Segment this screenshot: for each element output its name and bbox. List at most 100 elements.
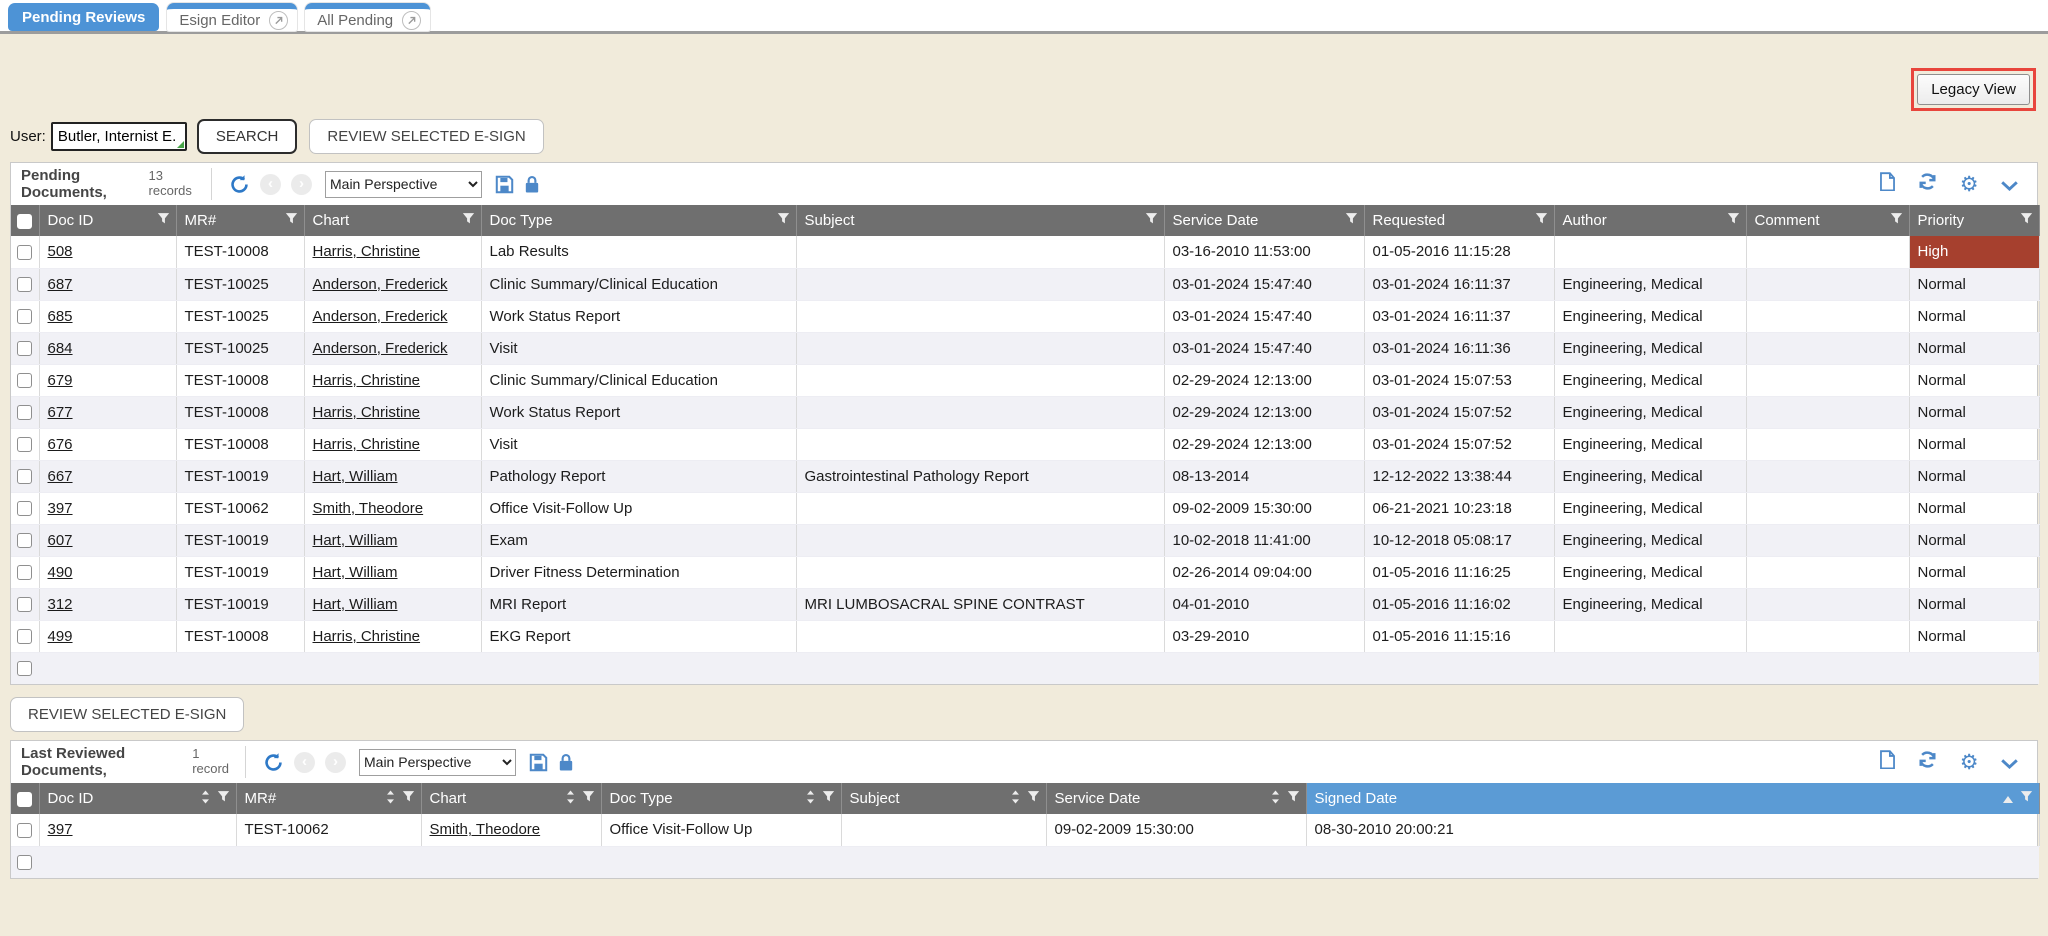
- filter-icon[interactable]: [1890, 212, 1903, 229]
- filter-icon[interactable]: [2020, 212, 2033, 229]
- gear-icon[interactable]: ⚙: [1960, 752, 1979, 773]
- doc-id-link[interactable]: 685: [48, 308, 73, 325]
- row-checkbox[interactable]: [17, 661, 32, 676]
- row-checkbox[interactable]: [17, 373, 32, 388]
- column-header-signed-date[interactable]: Signed Date: [1306, 783, 2039, 814]
- back-icon[interactable]: ‹: [260, 174, 281, 195]
- doc-id-link[interactable]: 679: [48, 372, 73, 389]
- filter-icon[interactable]: [402, 790, 415, 807]
- column-header-comment[interactable]: Comment: [1746, 205, 1909, 236]
- row-checkbox[interactable]: [17, 565, 32, 580]
- save-icon[interactable]: [529, 753, 548, 772]
- chart-link[interactable]: Hart, William: [313, 468, 398, 485]
- chart-link[interactable]: Hart, William: [313, 532, 398, 549]
- filter-icon[interactable]: [777, 212, 790, 229]
- chart-link[interactable]: Harris, Christine: [313, 404, 421, 421]
- doc-id-link[interactable]: 677: [48, 404, 73, 421]
- row-checkbox[interactable]: [17, 501, 32, 516]
- forward-icon[interactable]: ›: [325, 752, 346, 773]
- user-input[interactable]: [51, 122, 187, 151]
- search-button[interactable]: SEARCH: [197, 119, 298, 154]
- new-document-icon[interactable]: [1879, 172, 1896, 191]
- chart-link[interactable]: Anderson, Frederick: [313, 340, 448, 357]
- chart-link[interactable]: Anderson, Frederick: [313, 308, 448, 325]
- external-link-icon[interactable]: [269, 11, 288, 30]
- row-checkbox[interactable]: [17, 405, 32, 420]
- review-selected-esign-button[interactable]: REVIEW SELECTED E-SIGN: [309, 119, 543, 154]
- select-all-checkbox[interactable]: [17, 214, 32, 229]
- doc-id-link[interactable]: 397: [48, 500, 73, 517]
- undo-icon[interactable]: [263, 752, 284, 773]
- filter-icon[interactable]: [462, 212, 475, 229]
- row-checkbox[interactable]: [17, 341, 32, 356]
- chevron-down-icon[interactable]: [2001, 759, 2018, 769]
- column-header-doc-id[interactable]: Doc ID: [39, 205, 176, 236]
- row-checkbox[interactable]: [17, 437, 32, 452]
- chart-link[interactable]: Harris, Christine: [313, 436, 421, 453]
- column-header-service-date[interactable]: Service Date: [1164, 205, 1364, 236]
- column-header-priority[interactable]: Priority: [1909, 205, 2039, 236]
- doc-id-link[interactable]: 508: [48, 243, 73, 260]
- doc-id-link[interactable]: 684: [48, 340, 73, 357]
- column-header-doc-type[interactable]: Doc Type: [601, 783, 841, 814]
- column-header-mr[interactable]: MR#: [236, 783, 421, 814]
- filter-icon[interactable]: [822, 790, 835, 807]
- chart-link[interactable]: Harris, Christine: [313, 243, 421, 260]
- doc-id-link[interactable]: 667: [48, 468, 73, 485]
- tab-pending-reviews[interactable]: Pending Reviews: [8, 3, 159, 31]
- column-header-chart[interactable]: Chart: [304, 205, 481, 236]
- filter-icon[interactable]: [2020, 790, 2033, 807]
- row-checkbox[interactable]: [17, 823, 32, 838]
- doc-id-link[interactable]: 607: [48, 532, 73, 549]
- doc-id-link[interactable]: 312: [48, 596, 73, 613]
- filter-icon[interactable]: [157, 212, 170, 229]
- column-header-chart[interactable]: Chart: [421, 783, 601, 814]
- legacy-view-button[interactable]: Legacy View: [1917, 74, 2030, 105]
- lock-icon[interactable]: [524, 175, 540, 193]
- gear-icon[interactable]: ⚙: [1960, 174, 1979, 195]
- perspective-select[interactable]: Main Perspective: [359, 749, 516, 776]
- lock-icon[interactable]: [558, 753, 574, 771]
- back-icon[interactable]: ‹: [294, 752, 315, 773]
- sort-icon[interactable]: [1011, 790, 1020, 808]
- sort-icon[interactable]: [806, 790, 815, 808]
- filter-icon[interactable]: [1287, 790, 1300, 807]
- row-checkbox[interactable]: [17, 855, 32, 870]
- review-selected-esign-button-bottom[interactable]: REVIEW SELECTED E-SIGN: [10, 697, 244, 732]
- doc-id-link[interactable]: 397: [48, 821, 73, 838]
- tab-esign-editor[interactable]: Esign Editor: [167, 3, 297, 31]
- sort-icon[interactable]: [386, 790, 395, 808]
- chart-link[interactable]: Anderson, Frederick: [313, 276, 448, 293]
- column-header-subject[interactable]: Subject: [796, 205, 1164, 236]
- sort-icon[interactable]: [2003, 790, 2013, 807]
- tab-all-pending[interactable]: All Pending: [305, 3, 430, 31]
- chart-link[interactable]: Smith, Theodore: [430, 821, 541, 838]
- column-header-subject[interactable]: Subject: [841, 783, 1046, 814]
- chart-link[interactable]: Smith, Theodore: [313, 500, 424, 517]
- external-link-icon[interactable]: [402, 11, 421, 30]
- chevron-down-icon[interactable]: [2001, 181, 2018, 191]
- perspective-select[interactable]: Main Perspective: [325, 171, 482, 198]
- row-checkbox[interactable]: [17, 597, 32, 612]
- filter-icon[interactable]: [582, 790, 595, 807]
- undo-icon[interactable]: [229, 174, 250, 195]
- sort-icon[interactable]: [566, 790, 575, 808]
- row-checkbox[interactable]: [17, 309, 32, 324]
- sort-icon[interactable]: [201, 790, 210, 808]
- refresh-icon[interactable]: [1918, 750, 1937, 769]
- filter-icon[interactable]: [285, 212, 298, 229]
- row-checkbox[interactable]: [17, 277, 32, 292]
- column-header-requested[interactable]: Requested: [1364, 205, 1554, 236]
- chart-link[interactable]: Harris, Christine: [313, 372, 421, 389]
- column-header-doc-id[interactable]: Doc ID: [39, 783, 236, 814]
- chart-link[interactable]: Harris, Christine: [313, 628, 421, 645]
- filter-icon[interactable]: [1345, 212, 1358, 229]
- select-all-checkbox[interactable]: [17, 792, 32, 807]
- filter-icon[interactable]: [1027, 790, 1040, 807]
- row-checkbox[interactable]: [17, 629, 32, 644]
- row-checkbox[interactable]: [17, 533, 32, 548]
- row-checkbox[interactable]: [17, 469, 32, 484]
- save-icon[interactable]: [495, 175, 514, 194]
- doc-id-link[interactable]: 499: [48, 628, 73, 645]
- filter-icon[interactable]: [1727, 212, 1740, 229]
